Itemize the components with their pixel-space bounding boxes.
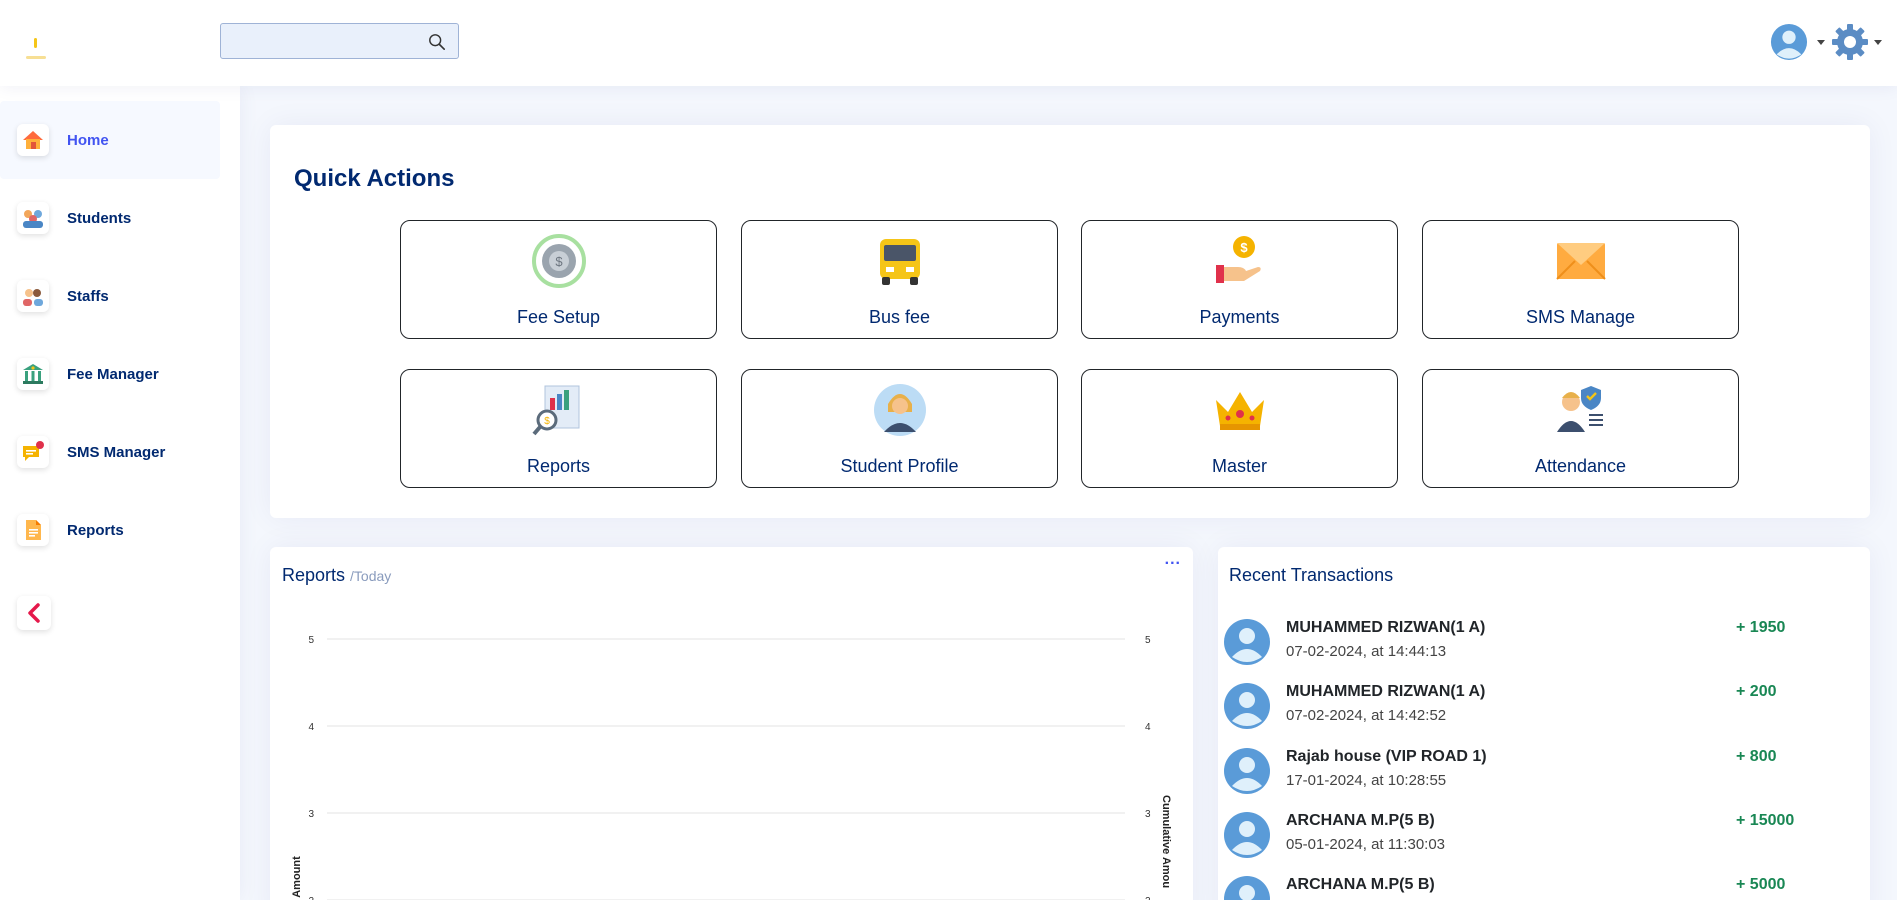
tile-label: Bus fee <box>868 307 931 327</box>
sidebar-item-label: Reports <box>67 521 124 539</box>
user-avatar-icon <box>1224 812 1270 858</box>
transaction-date: 07-02-2024, at 14:44:13 <box>1286 643 1447 660</box>
fee-manager-icon <box>17 358 49 390</box>
transactions-title: Recent Transactions <box>1229 565 1394 585</box>
user-avatar-icon <box>1224 619 1270 665</box>
transaction-amount: + 800 <box>1736 748 1777 765</box>
transaction-date: 17-01-2024, at 10:28:55 <box>1286 772 1447 789</box>
transaction-amount: + 5000 <box>1736 876 1786 893</box>
sidebar-item-label: Students <box>67 209 132 227</box>
hand-coin-icon: $ <box>1215 236 1261 283</box>
user-menu-chevron-down-icon[interactable] <box>1817 40 1825 45</box>
sidebar-item-students[interactable]: Students <box>0 179 220 257</box>
sidebar-collapse-button[interactable] <box>17 596 51 630</box>
quick-action-payments[interactable]: $ Payments <box>1081 220 1398 339</box>
reports-card: Reports /Today ... 55443322AmountCumulat… <box>270 547 1193 900</box>
report-magnifier-icon: $ <box>531 385 579 436</box>
crown-icon <box>1215 392 1264 430</box>
transaction-date: 07-02-2024, at 14:42:52 <box>1286 707 1447 724</box>
envelope-icon <box>1555 243 1606 280</box>
sidebar-item-label: Staffs <box>67 287 109 305</box>
home-icon <box>17 124 49 156</box>
gear-coin-icon: $ <box>531 234 586 288</box>
transaction-date: 05-01-2024, at 11:30:03 <box>1286 836 1446 853</box>
recent-transactions-card: Recent Transactions MUHAMMED RIZWAN(1 A)… <box>1218 547 1870 900</box>
transaction-amount: + 200 <box>1736 683 1777 700</box>
transaction-row: MUHAMMED RIZWAN(1 A) 07-02-2024, at 14:44… <box>1218 619 1870 679</box>
transaction-row: ARCHANA M.P(5 B) + 5000 <box>1218 876 1870 900</box>
y2-tick-label: 5 <box>1145 635 1151 646</box>
transaction-name: ARCHANA M.P(5 B) <box>1286 876 1435 893</box>
user-avatar-icon <box>1224 748 1270 794</box>
transaction-name: MUHAMMED RIZWAN(1 A) <box>1286 683 1486 700</box>
user-avatar-icon <box>1224 876 1270 900</box>
transaction-row: ARCHANA M.P(5 B) 05-01-2024, at 11:30:03 +… <box>1218 812 1870 872</box>
sidebar-item-label: Home <box>67 131 109 149</box>
settings-chevron-down-icon[interactable] <box>1874 40 1882 45</box>
y2-tick-label: 3 <box>1145 809 1151 820</box>
y-tick-label: 2 <box>308 896 314 900</box>
y-axis-label: Amount <box>291 856 303 898</box>
y2-axis-label: Cumulative Amou <box>1160 795 1172 888</box>
quick-action-fee-setup[interactable]: $ Fee Setup <box>400 220 717 339</box>
quick-action-attendance[interactable]: Attendance <box>1422 369 1739 488</box>
sidebar-item-home[interactable]: Home <box>0 101 220 179</box>
transaction-amount: + 1950 <box>1736 619 1786 636</box>
svg-text:$: $ <box>1240 240 1248 255</box>
transaction-row: Rajab house (VIP ROAD 1) 17-01-2024, at 1… <box>1218 748 1870 808</box>
sidebar-item-reports[interactable]: Reports <box>0 491 220 569</box>
reports-chart: 5 5 4 4 3 3 2 2 Amount Cumulative Amou <box>291 635 1172 900</box>
reports-icon <box>17 514 49 546</box>
students-icon <box>17 202 49 234</box>
user-avatar-icon[interactable] <box>1770 23 1808 61</box>
bus-icon <box>879 239 920 285</box>
transaction-name: MUHAMMED RIZWAN(1 A) <box>1286 619 1486 636</box>
y2-tick-label: 4 <box>1145 722 1151 733</box>
sms-manager-icon <box>17 436 49 468</box>
tile-label: SMS Manage <box>1525 307 1636 327</box>
sidebar-item-label: SMS Manager <box>67 443 166 461</box>
search-input[interactable] <box>221 24 421 58</box>
quick-action-sms-manage[interactable]: SMS Manage <box>1422 220 1739 339</box>
svg-text:$: $ <box>544 416 550 427</box>
quick-action-reports[interactable]: $ Reports <box>400 369 717 488</box>
settings-gear-icon[interactable] <box>1830 22 1870 62</box>
quick-actions-title: Quick Actions <box>294 165 455 192</box>
quick-action-master[interactable]: Master <box>1081 369 1398 488</box>
sidebar-item-fee-manager[interactable]: Fee Manager <box>0 335 220 413</box>
sidebar: Home Students Staffs Fee Manager SMS Man… <box>0 86 240 900</box>
sidebar-item-sms-manager[interactable]: SMS Manager <box>0 413 220 491</box>
quick-action-student-profile[interactable]: Student Profile <box>741 369 1058 488</box>
y2-tick-label: 2 <box>1145 896 1151 900</box>
staffs-icon <box>17 280 49 312</box>
tile-label: Attendance <box>1534 456 1627 476</box>
user-avatar-icon <box>1224 683 1270 729</box>
transaction-name: Rajab house (VIP ROAD 1) <box>1286 748 1487 765</box>
y-tick-label: 3 <box>308 809 314 820</box>
sidebar-item-label: Fee Manager <box>67 365 159 383</box>
top-header <box>0 0 1897 86</box>
transaction-name: ARCHANA M.P(5 B) <box>1286 812 1435 829</box>
transaction-row: MUHAMMED RIZWAN(1 A) 07-02-2024, at 14:42… <box>1218 683 1870 743</box>
student-avatar-icon <box>873 384 926 436</box>
quick-actions-card: Quick Actions $ Fee Setup Bus fee $ Paym… <box>270 125 1870 518</box>
tile-label: Reports <box>526 456 591 476</box>
tile-label: Student Profile <box>840 456 959 476</box>
transaction-amount: + 15000 <box>1736 812 1795 829</box>
chevron-left-icon <box>28 603 40 623</box>
search-icon[interactable] <box>428 33 446 51</box>
quick-action-bus-fee[interactable]: Bus fee <box>741 220 1058 339</box>
sidebar-item-staffs[interactable]: Staffs <box>0 257 220 335</box>
tile-label: Fee Setup <box>516 307 601 327</box>
svg-text:$: $ <box>555 254 563 269</box>
attendance-badge-icon <box>1556 386 1603 432</box>
tile-label: Payments <box>1199 307 1280 327</box>
search-bar <box>220 23 459 59</box>
tile-label: Master <box>1211 456 1267 476</box>
logo[interactable] <box>22 30 50 64</box>
y-tick-label: 5 <box>308 635 314 646</box>
y-tick-label: 4 <box>308 722 314 733</box>
